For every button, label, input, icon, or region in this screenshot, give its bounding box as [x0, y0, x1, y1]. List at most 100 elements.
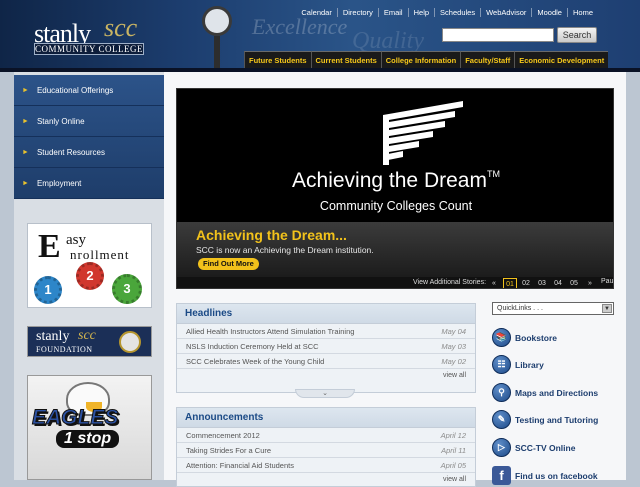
quicklinks-select[interactable]: QuickLinks . . . ▼ [492, 302, 614, 315]
chevron-down-icon: ▼ [602, 304, 612, 313]
announcement-link[interactable]: Attention: Financial Aid Students [186, 461, 294, 470]
tv-icon: ▷ [492, 438, 511, 457]
quick-link-library[interactable]: ☷ Library [492, 355, 544, 374]
headlines-view-all-link[interactable]: view all [177, 369, 475, 383]
headline-link[interactable]: NSLS Induction Ceremony Held at SCC [186, 342, 319, 351]
map-icon: ⚲ [492, 383, 511, 402]
list-item[interactable]: Attention: Financial Aid Students April … [177, 458, 475, 473]
tab-college-information[interactable]: College Information [380, 51, 461, 68]
logo-scc-text: scc [104, 13, 138, 42]
caption-description: SCC is now an Achieving the Dream instit… [196, 245, 374, 255]
eagles-title: EAGLES [31, 406, 119, 430]
foundation-banner[interactable]: stanly scc FOUNDATION [27, 326, 152, 357]
quick-link-scc-tv-online[interactable]: ▷ SCC-TV Online [492, 438, 575, 457]
slide-number-button[interactable]: 05 [567, 278, 581, 288]
utility-link-schedules[interactable]: Schedules [434, 8, 480, 17]
headline-link[interactable]: SCC Celebrates Week of the Young Child [186, 357, 324, 366]
clock-tower-image [196, 0, 242, 72]
list-item[interactable]: Taking Strides For a Cure April 11 [177, 443, 475, 458]
sidebar-item-educational-offerings[interactable]: ► Educational Offerings [14, 75, 164, 106]
arrow-right-icon: ► [22, 117, 29, 125]
eagles-one-stop-banner[interactable]: EAGLES 1 stop [27, 375, 152, 480]
bookstore-icon: 📚 [492, 328, 511, 347]
utility-link-calendar[interactable]: Calendar [296, 8, 336, 17]
achieving-the-dream-logo-icon [383, 101, 463, 165]
featured-slideshow[interactable]: Achieving the DreamTM Community Colleges… [176, 88, 614, 289]
headlines-title: Headlines [177, 304, 475, 324]
testing-icon: ✎ [492, 410, 511, 429]
headline-date: May 04 [441, 326, 466, 336]
utility-link-email[interactable]: Email [377, 8, 408, 17]
prev-slide-button[interactable]: « [487, 278, 501, 288]
announcements-title: Announcements [177, 408, 475, 428]
slide-number-button[interactable]: 03 [535, 278, 549, 288]
left-nav: ► Educational Offerings ► Stanly Online … [14, 75, 164, 199]
view-additional-stories-label: View Additional Stories: [413, 279, 487, 286]
list-item[interactable]: Commencement 2012 April 12 [177, 428, 475, 443]
quick-links-column: QuickLinks . . . ▼ 📚 Bookstore ☷ Library… [488, 296, 616, 485]
utility-link-directory[interactable]: Directory [336, 8, 378, 17]
quick-link-maps-and-directions[interactable]: ⚲ Maps and Directions [492, 383, 598, 402]
library-icon: ☷ [492, 355, 511, 374]
quick-link-label: Find us on facebook [515, 470, 598, 481]
announcements-view-all-link[interactable]: view all [177, 473, 475, 487]
sidebar-item-employment[interactable]: ► Employment [14, 168, 164, 199]
logo-community-college-text: COMMUNITY COLLEGE [34, 43, 144, 55]
utility-link-home[interactable]: Home [566, 8, 598, 17]
quicklinks-selected-value: QuickLinks . . . [497, 305, 543, 312]
headline-date: May 02 [441, 356, 466, 366]
scc-logo[interactable]: stanly scc COMMUNITY COLLEGE [34, 13, 146, 57]
arrow-right-icon: ► [22, 86, 29, 94]
trademark-mark: TM [486, 169, 500, 179]
sidebar-item-stanly-online[interactable]: ► Stanly Online [14, 106, 164, 137]
arrow-right-icon: ► [22, 179, 29, 187]
headline-link[interactable]: Allied Health Instructors Attend Simulat… [186, 327, 354, 336]
utility-link-webadvisor[interactable]: WebAdvisor [480, 8, 531, 17]
list-item[interactable]: Allied Health Instructors Attend Simulat… [177, 324, 475, 339]
next-slide-button[interactable]: » [583, 278, 597, 288]
list-item[interactable]: SCC Celebrates Week of the Young Child M… [177, 354, 475, 369]
find-out-more-button[interactable]: Find Out More [198, 258, 259, 270]
quick-link-bookstore[interactable]: 📚 Bookstore [492, 328, 557, 347]
tab-future-students[interactable]: Future Students [244, 51, 311, 68]
slide-number-button[interactable]: 02 [519, 278, 533, 288]
slide-caption: Achieving the Dream... SCC is now an Ach… [177, 222, 613, 278]
sidebar-item-label: Stanly Online [36, 116, 85, 126]
utility-nav: Calendar Directory Email Help Schedules … [296, 8, 598, 17]
gear-icon: 3 [112, 274, 142, 304]
quick-link-label: Testing and Tutoring [515, 414, 599, 425]
gear-icon: 1 [34, 276, 62, 304]
utility-link-moodle[interactable]: Moodle [531, 8, 567, 17]
slide-number-button[interactable]: 04 [551, 278, 565, 288]
easy-enrollment-nroll: nrollment [70, 247, 130, 262]
chevron-down-icon[interactable]: ⌄ [295, 389, 355, 398]
search-button[interactable]: Search [557, 27, 597, 43]
slide-controls: View Additional Stories: « 01 02 03 04 0… [177, 277, 613, 288]
search-input[interactable] [442, 28, 554, 42]
clock-face [202, 6, 232, 36]
announcement-link[interactable]: Taking Strides For a Cure [186, 446, 271, 455]
quick-link-label: Library [515, 359, 544, 370]
quick-link-testing-and-tutoring[interactable]: ✎ Testing and Tutoring [492, 410, 598, 429]
announcement-link[interactable]: Commencement 2012 [186, 431, 260, 440]
tab-faculty-staff[interactable]: Faculty/Staff [460, 51, 515, 68]
facebook-icon: f [492, 466, 511, 485]
easy-enrollment-e: E [38, 228, 61, 265]
sidebar-item-student-resources[interactable]: ► Student Resources [14, 137, 164, 168]
quick-link-facebook[interactable]: f Find us on facebook [492, 466, 598, 485]
utility-link-help[interactable]: Help [407, 8, 434, 17]
tab-current-students[interactable]: Current Students [310, 51, 381, 68]
slide-number-button[interactable]: 01 [503, 278, 517, 288]
main-nav: Future Students Current Students College… [244, 51, 609, 68]
arrow-right-icon: ► [22, 148, 29, 156]
easy-enrollment-banner[interactable]: E asy nrollment 1 2 3 [27, 223, 152, 308]
tab-economic-development[interactable]: Economic Development [514, 51, 609, 68]
foundation-stanly-text: stanly [36, 329, 70, 344]
announcement-date: April 12 [440, 430, 466, 440]
announcement-date: April 05 [440, 460, 466, 470]
eagles-subtitle: 1 stop [56, 430, 120, 448]
quick-link-label: Maps and Directions [515, 387, 599, 398]
sidebar-item-label: Educational Offerings [36, 85, 114, 95]
list-item[interactable]: NSLS Induction Ceremony Held at SCC May … [177, 339, 475, 354]
pause-button[interactable]: Pause [599, 278, 613, 288]
